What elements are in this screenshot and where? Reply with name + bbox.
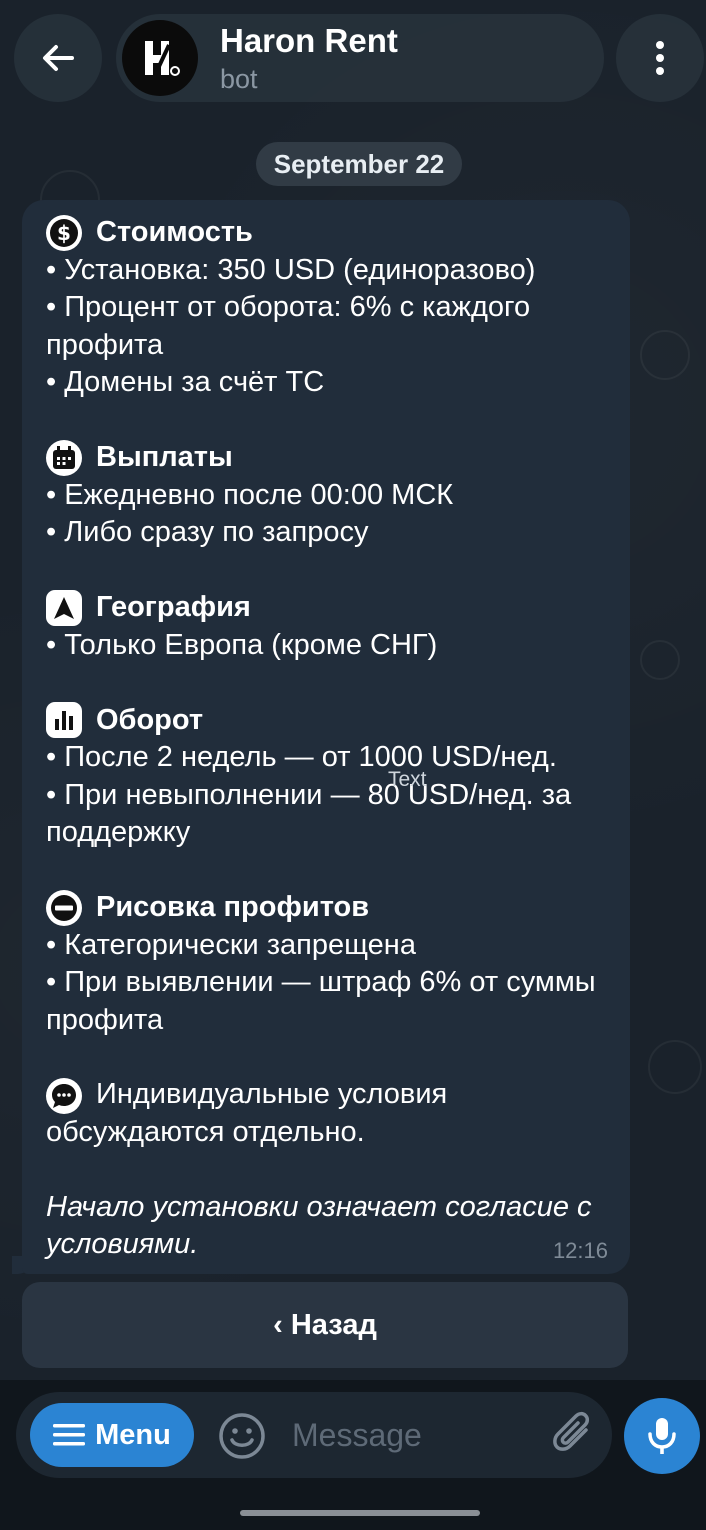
dollar-icon: $ bbox=[46, 214, 82, 251]
microphone-icon bbox=[648, 1418, 676, 1454]
message-bubble[interactable]: $ Стоимость • Установка: 350 USD (единор… bbox=[22, 200, 630, 1274]
section-line: • Установка: 350 USD (единоразово) bbox=[46, 253, 536, 286]
section-heading: География bbox=[96, 591, 251, 623]
menu-button[interactable]: Menu bbox=[30, 1403, 194, 1467]
section-individual: Индивидуальные условия обсуждаются отдел… bbox=[46, 1077, 616, 1152]
date-separator: September 22 bbox=[256, 142, 462, 186]
section-heading: Рисовка профитов bbox=[96, 891, 370, 923]
section-line: • Процент от оборота: 6% с каждого профи… bbox=[46, 291, 531, 361]
menu-icon bbox=[53, 1424, 86, 1446]
text-overlay-label: Text bbox=[388, 768, 427, 791]
avatar[interactable] bbox=[122, 20, 198, 96]
individual-note: Индивидуальные условия обсуждаются отдел… bbox=[46, 1078, 448, 1148]
haron-logo-icon bbox=[145, 41, 180, 76]
section-line: • Ежедневно после 00:00 МСК bbox=[46, 478, 454, 511]
section-cost: $ Стоимость • Установка: 350 USD (единор… bbox=[46, 214, 616, 402]
bar-chart-icon bbox=[46, 702, 82, 739]
emoji-button[interactable] bbox=[218, 1412, 266, 1460]
chat-title: Haron Rent bbox=[220, 22, 398, 59]
background-doodle bbox=[648, 1040, 702, 1094]
footer-note: Начало установки означает согласие с усл… bbox=[46, 1190, 592, 1261]
speech-bubble-icon bbox=[46, 1077, 82, 1114]
section-line: • Категорически запрещена bbox=[46, 928, 416, 961]
section-heading: Оборот bbox=[96, 703, 204, 736]
more-options-button[interactable] bbox=[616, 14, 704, 102]
section-line: • Либо сразу по запросу bbox=[46, 516, 369, 548]
navigation-arrow-icon bbox=[46, 589, 82, 626]
section-line: • После 2 недель — от 1000 USD/нед. bbox=[46, 741, 557, 773]
section-line: • При невыполнении — 80 USD/нед. за подд… bbox=[46, 778, 572, 849]
svg-text:$: $ bbox=[57, 221, 71, 245]
emoji-icon bbox=[219, 1413, 265, 1459]
message-text: $ Стоимость • Установка: 350 USD (единор… bbox=[46, 214, 616, 1264]
message-time: 12:16 bbox=[552, 1238, 608, 1263]
menu-label: Menu bbox=[95, 1418, 171, 1451]
calendar-icon bbox=[46, 439, 82, 476]
message-composer: Menu bbox=[16, 1392, 612, 1478]
section-heading: Выплаты bbox=[96, 441, 233, 473]
microphone-button[interactable] bbox=[624, 1398, 700, 1474]
no-entry-icon bbox=[46, 889, 82, 926]
section-line: • Только Европа (кроме СНГ) bbox=[46, 628, 438, 661]
section-line: • При выявлении — штраф 6% от суммы проф… bbox=[46, 966, 596, 1036]
section-line: • Домены за счёт ТС bbox=[46, 366, 325, 398]
back-keyboard-button[interactable]: ‹ Назад bbox=[22, 1282, 628, 1368]
background-doodle bbox=[640, 640, 680, 680]
message-input[interactable] bbox=[292, 1406, 532, 1464]
chat-header[interactable]: Haron Rent bot bbox=[116, 14, 604, 102]
background-doodle bbox=[640, 330, 690, 380]
section-profit-faking: Рисовка профитов • Категорически запреще… bbox=[46, 889, 616, 1039]
section-geography: География • Только Европа (кроме СНГ) bbox=[46, 589, 616, 664]
section-payouts: Выплаты • Ежедневно после 00:00 МСК • Ли… bbox=[46, 439, 616, 552]
paperclip-icon bbox=[553, 1411, 590, 1451]
more-vertical-icon bbox=[656, 41, 664, 75]
input-bar: Menu bbox=[0, 1380, 706, 1530]
attach-button[interactable] bbox=[550, 1410, 598, 1462]
section-heading: Стоимость bbox=[96, 216, 253, 248]
chat-subtitle: bot bbox=[220, 64, 258, 94]
back-button[interactable] bbox=[14, 14, 102, 102]
section-turnover: Оборот • После 2 недель — от 1000 USD/не… bbox=[46, 702, 616, 852]
back-arrow-icon bbox=[43, 45, 74, 71]
home-indicator bbox=[240, 1510, 480, 1516]
